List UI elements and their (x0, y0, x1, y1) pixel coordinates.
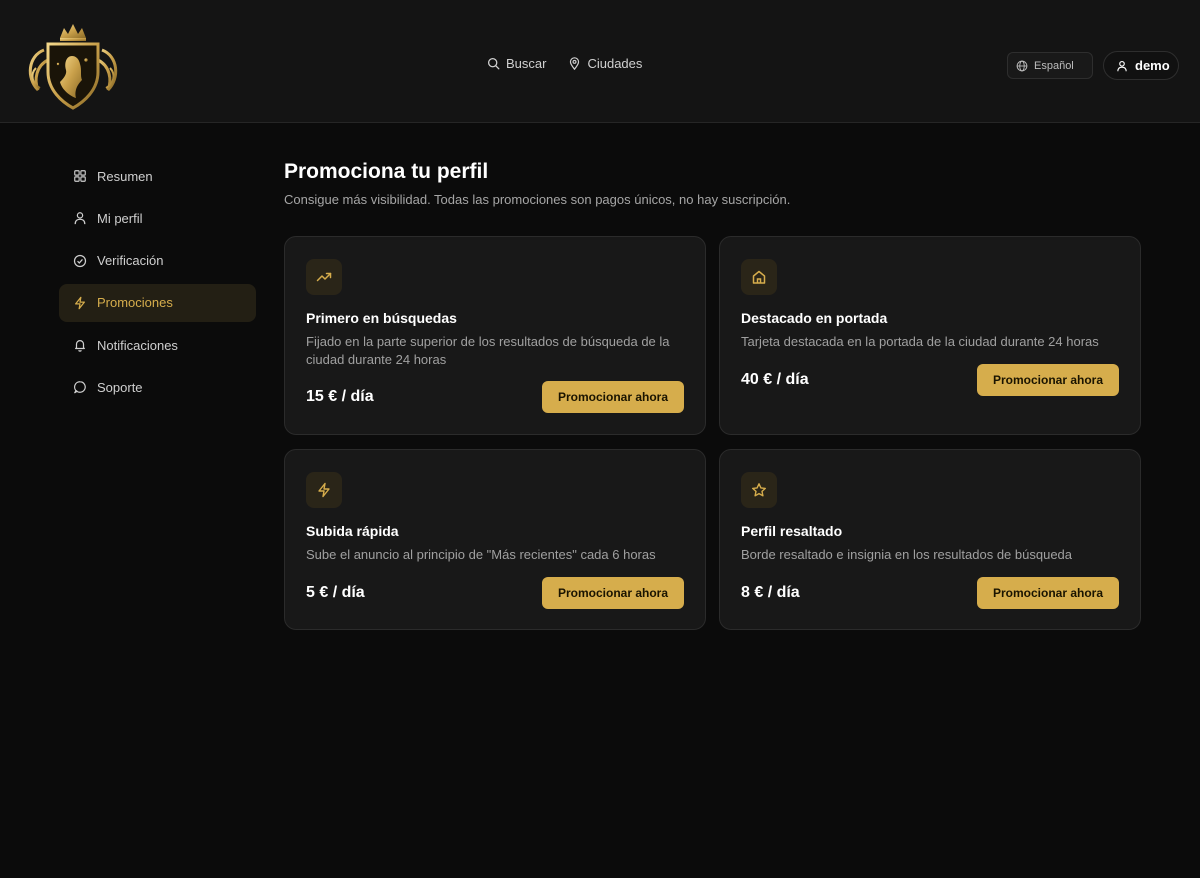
bolt-icon (318, 482, 330, 498)
sidebar: Resumen Mi perfil Verificación Promocion… (59, 157, 256, 411)
card-title: Subida rápida (306, 523, 399, 539)
chat-icon (73, 381, 86, 394)
crest-logo-icon[interactable] (24, 20, 122, 112)
user-menu-button[interactable]: demo (1103, 51, 1179, 80)
card-description: Tarjeta destacada en la portada de la ci… (741, 334, 1099, 349)
promo-card-highlighted-profile: Perfil resaltado Borde resaltado e insig… (719, 449, 1141, 630)
card-icon-box (741, 259, 777, 295)
card-icon-box (306, 259, 342, 295)
sidebar-item-resumen[interactable]: Resumen (59, 157, 256, 195)
sidebar-item-label: Verificación (97, 253, 164, 269)
sidebar-item-promociones[interactable]: Promociones (59, 283, 256, 322)
bell-icon (75, 340, 85, 352)
page-subtitle: Consigue más visibilidad. Todas las prom… (284, 192, 791, 207)
card-icon-box (741, 472, 777, 508)
page-title: Promociona tu perfil (284, 160, 489, 183)
promote-now-button[interactable]: Promocionar ahora (977, 364, 1119, 396)
trending-up-icon (316, 272, 332, 282)
sidebar-item-label: Notificaciones (97, 337, 178, 353)
language-selector[interactable]: Español (1007, 52, 1093, 79)
main-nav: Buscar Ciudades (487, 56, 642, 71)
promo-card-featured-home: Destacado en portada Tarjeta destacada e… (719, 236, 1141, 435)
user-icon (74, 212, 86, 225)
promote-now-button[interactable]: Promocionar ahora (977, 577, 1119, 609)
search-icon (487, 57, 500, 70)
nav-cities-link[interactable]: Ciudades (568, 56, 642, 71)
promo-card-quick-bump: Subida rápida Sube el anuncio al princip… (284, 449, 706, 630)
promo-card-first-in-search: Primero en búsquedas Fijado en la parte … (284, 236, 706, 435)
card-icon-box (306, 472, 342, 508)
promote-now-button[interactable]: Promocionar ahora (542, 381, 684, 413)
card-description: Sube el anuncio al principio de "Más rec… (306, 547, 656, 562)
card-price: 40 € / día (741, 371, 809, 388)
home-icon (752, 270, 766, 284)
nav-cities-label: Ciudades (587, 56, 643, 71)
sidebar-item-label: Mi perfil (97, 210, 143, 226)
user-icon (1117, 60, 1127, 71)
sidebar-item-label: Promociones (97, 295, 173, 311)
sidebar-item-label: Soporte (97, 379, 143, 395)
sidebar-item-notificaciones[interactable]: Notificaciones (59, 326, 256, 364)
star-icon (752, 483, 766, 497)
grid-icon (74, 170, 86, 182)
card-title: Perfil resaltado (741, 523, 843, 539)
sidebar-item-verificacion[interactable]: Verificación (59, 242, 256, 280)
card-description: Fijado en la parte superior de los resul… (306, 334, 670, 367)
map-pin-icon (570, 57, 580, 70)
language-label: Español (1034, 59, 1074, 72)
card-title: Destacado en portada (741, 310, 888, 326)
sidebar-item-soporte[interactable]: Soporte (59, 368, 256, 406)
nav-search-label: Buscar (506, 56, 547, 71)
bolt-icon (75, 296, 85, 310)
sidebar-item-label: Resumen (97, 168, 153, 184)
card-title: Primero en búsquedas (306, 310, 457, 326)
promote-now-button[interactable]: Promocionar ahora (542, 577, 684, 609)
card-description: Borde resaltado e insignia en los result… (741, 547, 1073, 562)
globe-icon (1016, 60, 1028, 71)
top-header: Buscar Ciudades Español demo (0, 0, 1200, 123)
card-price: 15 € / día (306, 388, 374, 405)
card-price: 5 € / día (306, 584, 365, 601)
nav-search-link[interactable]: Buscar (487, 56, 546, 71)
card-price: 8 € / día (741, 584, 800, 601)
user-name: demo (1135, 58, 1170, 73)
sidebar-item-mi-perfil[interactable]: Mi perfil (59, 199, 256, 237)
check-circle-icon (73, 254, 87, 267)
